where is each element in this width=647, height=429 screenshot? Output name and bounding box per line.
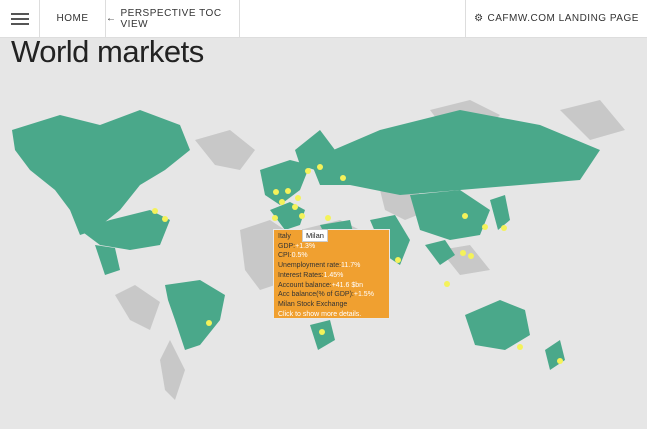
region-russia — [310, 110, 600, 195]
marker-madrid — [272, 215, 278, 221]
marker-mumbai — [395, 257, 401, 263]
marker-hong-kong — [468, 253, 474, 259]
tooltip-cpi: CPI:0.5% — [278, 252, 308, 260]
page-title: World markets — [11, 34, 204, 69]
marker-paris — [279, 199, 285, 205]
tooltip-unemployment: Unemployment rate:11.7% — [278, 262, 361, 270]
marker-stockholm — [305, 168, 311, 174]
marker-london — [273, 189, 279, 195]
marker-singapore — [444, 281, 450, 287]
region-north-america — [12, 110, 190, 235]
home-label: HOME — [56, 13, 89, 24]
region-south-africa — [310, 320, 335, 350]
city-label: Milan — [302, 229, 328, 242]
marker-sydney — [517, 344, 523, 350]
landing-page-link[interactable]: ⚙ CAFMW.COM LANDING PAGE — [465, 0, 647, 37]
landing-label: CAFMW.COM LANDING PAGE — [487, 13, 639, 24]
tooltip-exchange: Milan Stock Exchange — [278, 300, 348, 308]
marker-shanghai — [460, 250, 466, 256]
marker-milan — [299, 213, 305, 219]
region-china — [410, 190, 490, 240]
region-japan — [490, 195, 510, 230]
tooltip-more-details-link[interactable]: Click to show more details. — [278, 310, 385, 320]
tooltip-acc-balance-gdp: Acc balance(% of GDP):+1.5% — [278, 291, 374, 299]
tooltip-country: Italy — [278, 233, 291, 240]
marker-sao-paulo — [206, 320, 212, 326]
marker-seoul — [482, 224, 488, 230]
region-australia — [465, 300, 530, 350]
marker-zurich — [292, 204, 298, 210]
home-link[interactable]: HOME — [40, 0, 106, 37]
toc-label: PERSPECTIVE TOC VIEW — [120, 7, 222, 30]
marker-new-york — [162, 216, 168, 222]
region-mexico — [95, 245, 120, 275]
arrow-left-icon: ← — [106, 13, 117, 24]
region-europe-west — [260, 160, 310, 205]
marker-helsinki — [317, 164, 323, 170]
marker-auckland — [557, 358, 563, 364]
gear-icon: ⚙ — [474, 13, 484, 24]
hamburger-icon — [10, 10, 29, 28]
marker-johannesburg — [319, 329, 325, 335]
perspective-toc-link[interactable]: ← PERSPECTIVE TOC VIEW — [106, 0, 240, 37]
marker-beijing — [462, 213, 468, 219]
marker-amsterdam — [285, 188, 291, 194]
top-navigation-bar: HOME ← PERSPECTIVE TOC VIEW ⚙ CAFMW.COM … — [0, 0, 647, 38]
market-tooltip[interactable]: Italy GDP:+1.3% CPI:0.5% Unemployment ra… — [273, 229, 390, 319]
marker-frankfurt — [295, 195, 301, 201]
region-new-zealand — [545, 340, 565, 370]
region-brazil — [165, 280, 225, 350]
tooltip-interest-rates: Interest Rates:1.45% — [278, 271, 344, 279]
marker-athens — [325, 215, 331, 221]
marker-toronto — [152, 208, 158, 214]
tooltip-gdp: GDP:+1.3% — [278, 242, 316, 250]
marker-tokyo — [501, 225, 507, 231]
tooltip-account-balance: Account balance:+41.6 $bn — [278, 281, 364, 289]
marker-moscow — [340, 175, 346, 181]
menu-button[interactable] — [0, 0, 40, 37]
